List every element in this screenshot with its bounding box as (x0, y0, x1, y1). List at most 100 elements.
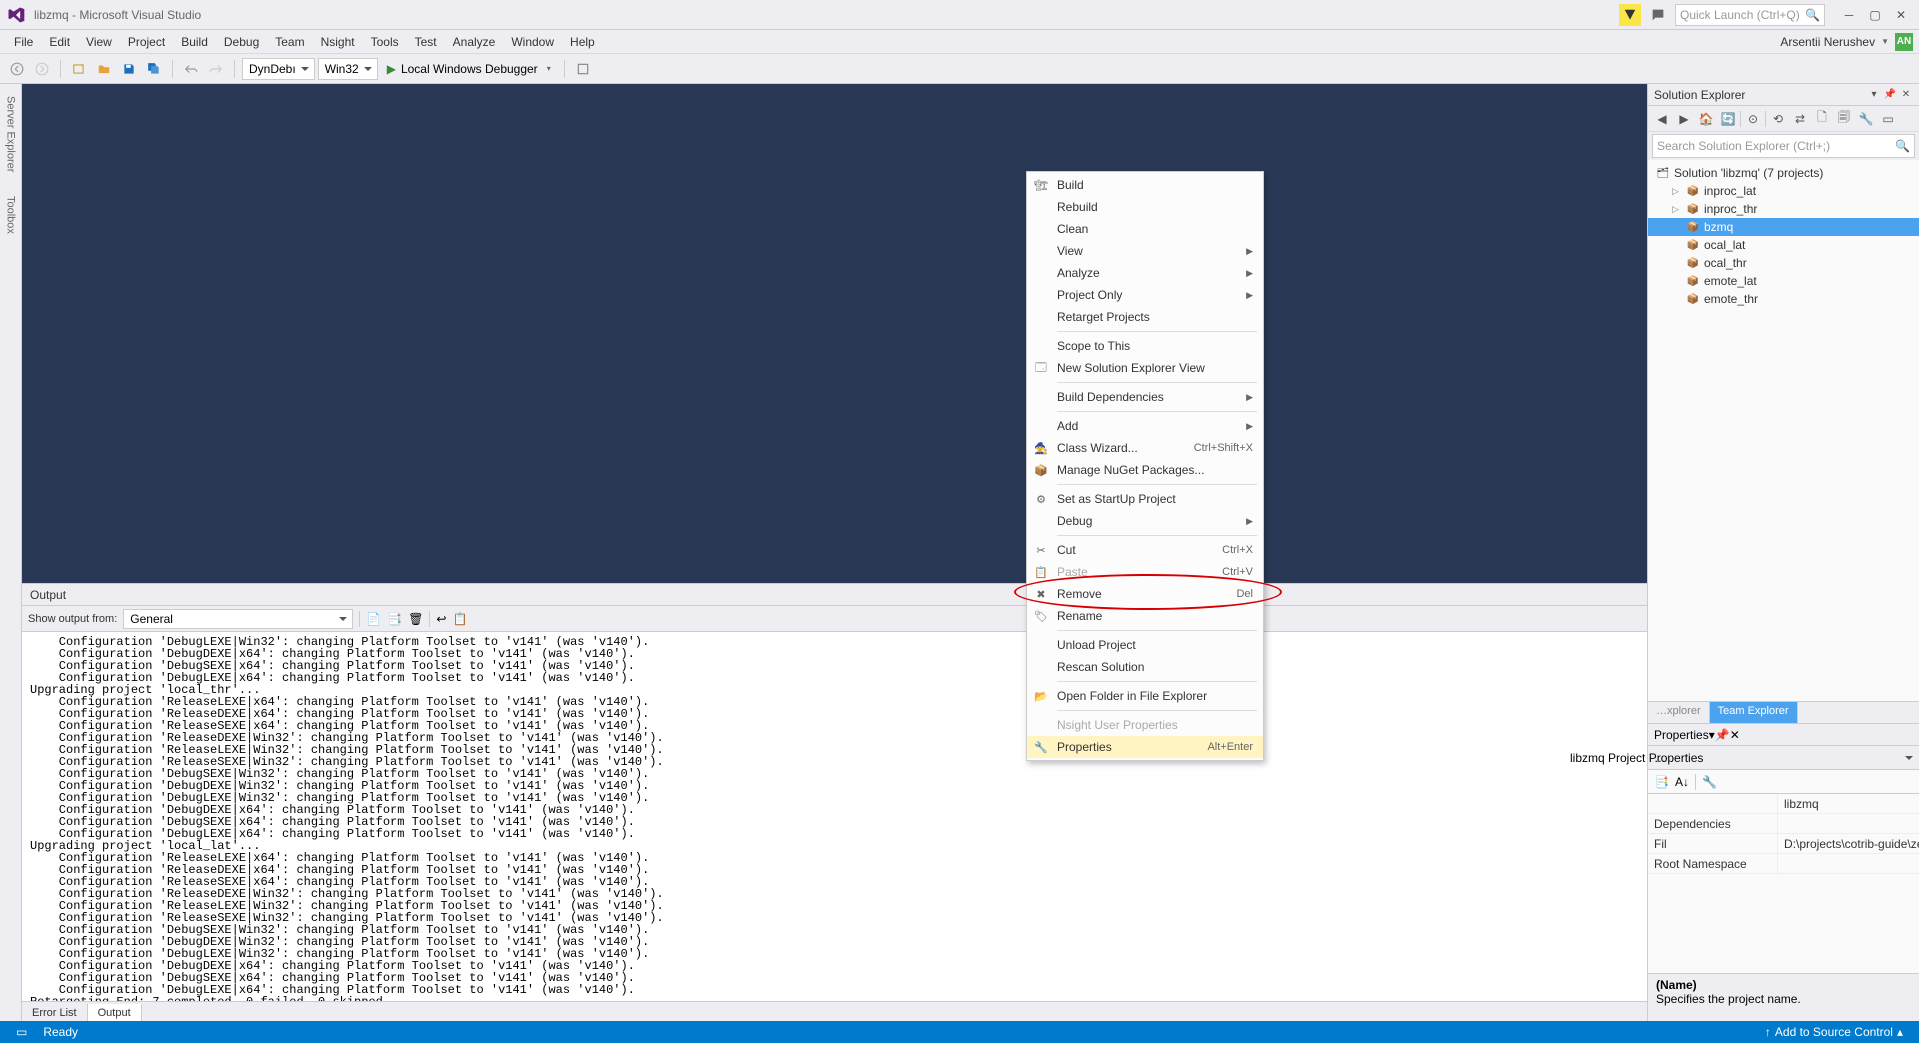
menu-nsight[interactable]: Nsight (313, 32, 363, 52)
props-sort-icon[interactable]: A↓ (1675, 775, 1689, 789)
se-showall-icon[interactable]: 🗋 (1812, 109, 1832, 129)
cm-rebuild[interactable]: Rebuild (1027, 196, 1263, 218)
cm-rename[interactable]: 🏷Rename (1027, 605, 1263, 627)
menu-analyze[interactable]: Analyze (445, 32, 504, 52)
panel-pin-icon[interactable]: 📌 (1883, 88, 1897, 102)
server-explorer-tab[interactable]: Server Explorer (3, 90, 19, 178)
solution-search-input[interactable]: Search Solution Explorer (Ctrl+;) 🔍 (1652, 134, 1915, 158)
cm-build[interactable]: 🏗Build (1027, 174, 1263, 196)
project-local_lat[interactable]: 📦ocal_lat (1648, 236, 1919, 254)
error-list-tab[interactable]: Error List (22, 1004, 88, 1022)
quick-launch-input[interactable]: Quick Launch (Ctrl+Q) 🔍 (1675, 4, 1825, 26)
se-copy-icon[interactable]: 🗐 (1834, 109, 1854, 129)
project-remote_thr[interactable]: 📦emote_thr (1648, 290, 1919, 308)
feedback-icon[interactable] (1647, 4, 1669, 26)
toolbox-tab[interactable]: Toolbox (3, 190, 19, 240)
solution-platform-combo[interactable]: Win32 (318, 58, 378, 80)
props-pin-icon[interactable]: 📌 (1715, 728, 1730, 742)
se-collapse-icon[interactable]: ⇄ (1790, 109, 1810, 129)
project-libzmq[interactable]: 📦bzmq (1648, 218, 1919, 236)
save-all-button[interactable] (143, 58, 165, 80)
menu-build[interactable]: Build (173, 32, 216, 52)
new-project-button[interactable] (68, 58, 90, 80)
menu-debug[interactable]: Debug (216, 32, 267, 52)
nav-back-button[interactable] (6, 58, 28, 80)
prop-row[interactable]: FilD:\projects\cotrib-guide\zeromq (1648, 834, 1919, 854)
project-inproc_lat[interactable]: ▷📦inproc_lat (1648, 182, 1919, 200)
output-clear-button[interactable]: 🗑 (408, 612, 423, 626)
cm-unload-project[interactable]: Unload Project (1027, 634, 1263, 656)
properties-grid[interactable]: libzmqDependenciesFilD:\projects\cotrib-… (1648, 794, 1919, 973)
open-button[interactable] (93, 58, 115, 80)
se-properties-icon[interactable]: 🔧 (1856, 109, 1876, 129)
cm-manage-nuget-packages-[interactable]: 📦Manage NuGet Packages... (1027, 459, 1263, 481)
menu-project[interactable]: Project (120, 32, 173, 52)
cm-build-dependencies[interactable]: Build Dependencies▶ (1027, 386, 1263, 408)
cm-rescan-solution[interactable]: Rescan Solution (1027, 656, 1263, 678)
team-explorer-tab[interactable]: Team Explorer (1710, 702, 1798, 723)
cm-view[interactable]: View▶ (1027, 240, 1263, 262)
cm-clean[interactable]: Clean (1027, 218, 1263, 240)
toolbar-extra-button[interactable] (572, 58, 594, 80)
menu-view[interactable]: View (78, 32, 120, 52)
redo-button[interactable] (205, 58, 227, 80)
cm-retarget-projects[interactable]: Retarget Projects (1027, 306, 1263, 328)
cm-project-only[interactable]: Project Only▶ (1027, 284, 1263, 306)
menu-window[interactable]: Window (503, 32, 562, 52)
project-local_thr[interactable]: 📦ocal_thr (1648, 254, 1919, 272)
se-scope-icon[interactable]: ⊙ (1743, 109, 1763, 129)
output-tab[interactable]: Output (88, 1004, 142, 1022)
output-goto-button[interactable]: 📑 (387, 612, 402, 626)
props-wrench-icon[interactable]: 🔧 (1702, 775, 1717, 789)
se-sync-icon[interactable]: 🔄 (1718, 109, 1738, 129)
menu-file[interactable]: File (6, 32, 41, 52)
cm-class-wizard-[interactable]: 🧙Class Wizard...Ctrl+Shift+X (1027, 437, 1263, 459)
account-area[interactable]: Arsentii Nerushev ▼ AN (1780, 33, 1913, 51)
cm-debug[interactable]: Debug▶ (1027, 510, 1263, 532)
se-refresh-icon[interactable]: ⟲ (1768, 109, 1788, 129)
nav-forward-button[interactable] (31, 58, 53, 80)
solution-tree[interactable]: 🗂Solution 'libzmq' (7 projects)▷📦inproc_… (1648, 160, 1919, 701)
close-button[interactable]: ✕ (1889, 4, 1913, 26)
start-debug-button[interactable]: ▶ Local Windows Debugger ▾ (381, 58, 557, 80)
properties-header[interactable]: …libzmq Project Properties (1648, 746, 1919, 770)
cm-properties[interactable]: 🔧PropertiesAlt+Enter (1027, 736, 1263, 758)
maximize-button[interactable]: ▢ (1863, 4, 1887, 26)
solution-config-combo[interactable]: DynDebı (242, 58, 315, 80)
cm-new-solution-explorer-view[interactable]: 🗔New Solution Explorer View (1027, 357, 1263, 379)
cm-scope-to-this[interactable]: Scope to This (1027, 335, 1263, 357)
save-button[interactable] (118, 58, 140, 80)
output-wrap-button[interactable]: ↩ (436, 612, 446, 626)
cm-analyze[interactable]: Analyze▶ (1027, 262, 1263, 284)
output-copy-button[interactable]: 📋 (452, 612, 467, 626)
menu-edit[interactable]: Edit (41, 32, 78, 52)
solution-explorer-bottom-tab[interactable]: …xplorer (1648, 702, 1710, 723)
undo-button[interactable] (180, 58, 202, 80)
menu-team[interactable]: Team (267, 32, 312, 52)
panel-close-icon[interactable]: ✕ (1899, 88, 1913, 102)
se-fwd-icon[interactable]: ▶ (1674, 109, 1694, 129)
output-source-combo[interactable]: General (123, 609, 353, 629)
solution-root[interactable]: 🗂Solution 'libzmq' (7 projects) (1648, 164, 1919, 182)
se-back-icon[interactable]: ◀ (1652, 109, 1672, 129)
props-categorize-icon[interactable]: 📑 (1654, 775, 1669, 789)
menu-tools[interactable]: Tools (363, 32, 407, 52)
project-remote_lat[interactable]: 📦emote_lat (1648, 272, 1919, 290)
props-close-icon[interactable]: ✕ (1730, 728, 1740, 742)
output-content[interactable]: Configuration 'DebugLEXE|Win32': changin… (22, 632, 1647, 1001)
minimize-button[interactable]: ─ (1837, 4, 1861, 26)
se-home-icon[interactable]: 🏠 (1696, 109, 1716, 129)
prop-row[interactable]: Dependencies (1648, 814, 1919, 834)
notification-icon[interactable] (1619, 4, 1641, 26)
cm-open-folder-in-file-explorer[interactable]: 📂Open Folder in File Explorer (1027, 685, 1263, 707)
panel-dropdown-icon[interactable]: ▾ (1867, 88, 1881, 102)
add-source-control[interactable]: ↑ Add to Source Control ▴ (1757, 1025, 1911, 1039)
output-find-button[interactable]: 📄 (366, 612, 381, 626)
menu-help[interactable]: Help (562, 32, 603, 52)
cm-set-as-startup-project[interactable]: ⚙Set as StartUp Project (1027, 488, 1263, 510)
prop-row[interactable]: Root Namespace (1648, 854, 1919, 874)
cm-add[interactable]: Add▶ (1027, 415, 1263, 437)
project-inproc_thr[interactable]: ▷📦inproc_thr (1648, 200, 1919, 218)
cm-remove[interactable]: ✖RemoveDel (1027, 583, 1263, 605)
cm-cut[interactable]: ✂CutCtrl+X (1027, 539, 1263, 561)
